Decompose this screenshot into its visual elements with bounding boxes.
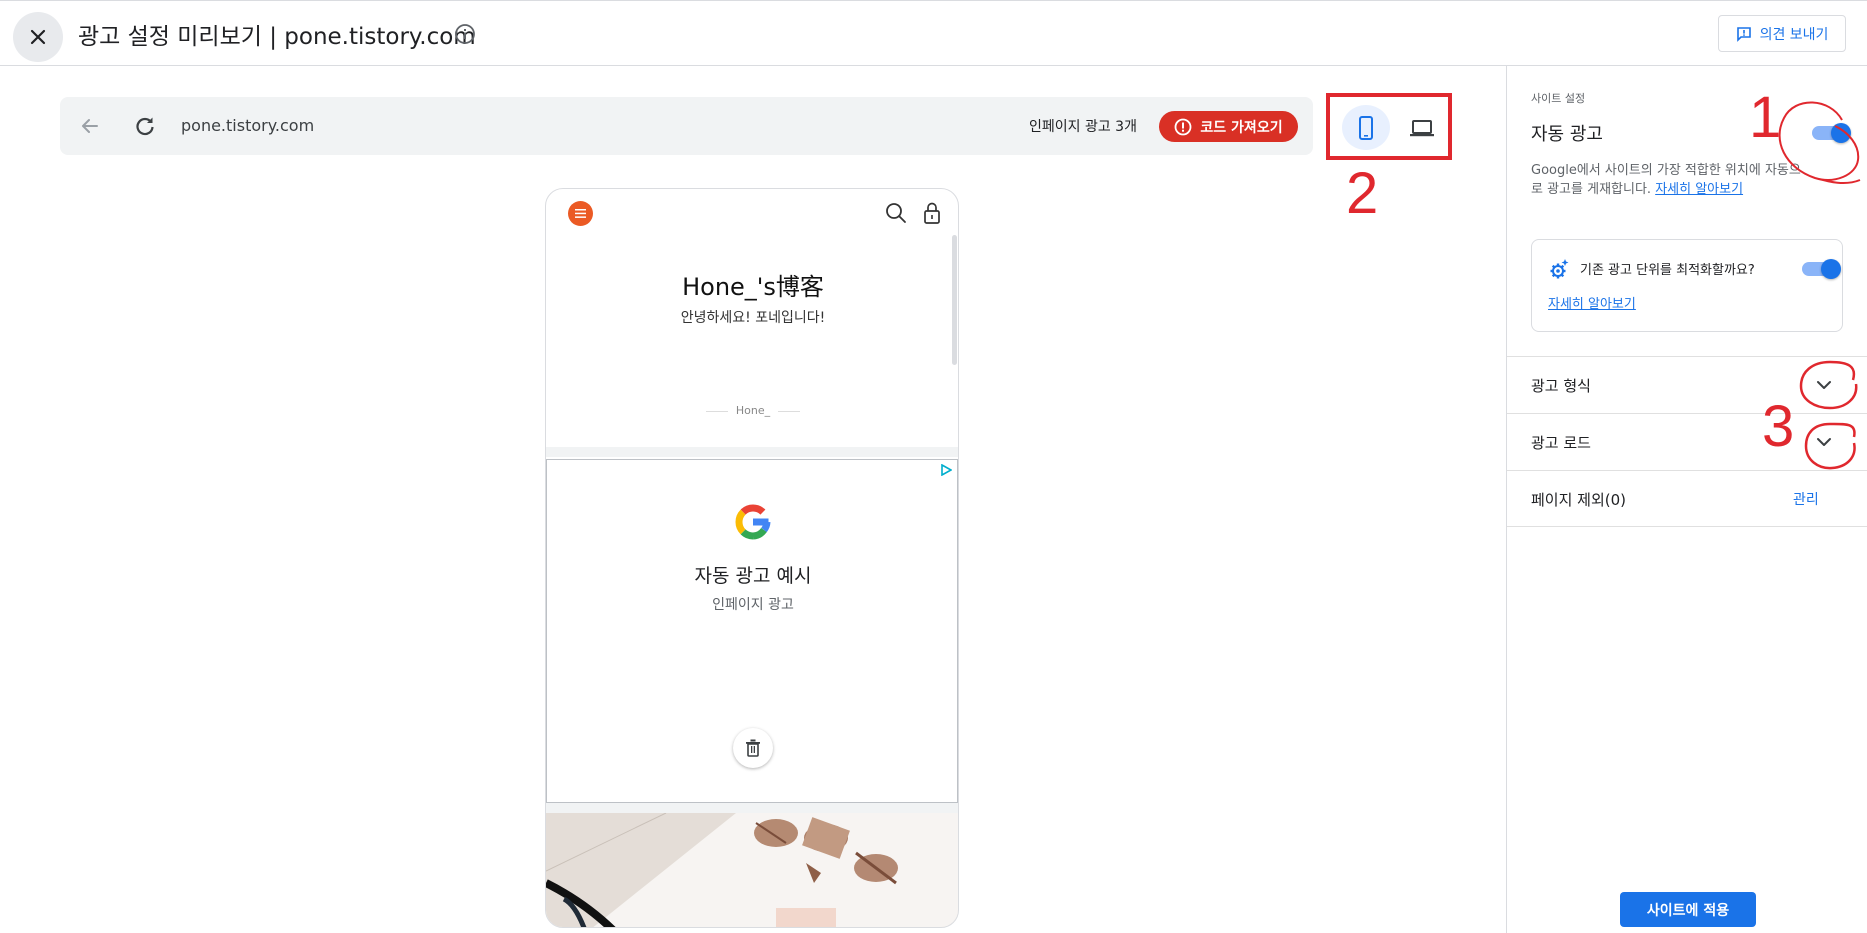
- feedback-label: 의견 보내기: [1759, 26, 1829, 43]
- ad-title: 자동 광고 예시: [694, 565, 812, 587]
- optimize-toggle[interactable]: [1802, 259, 1841, 279]
- photo-illustration: [546, 813, 958, 927]
- top-bar: 광고 설정 미리보기 | pone.tistory.com 의견 보내기: [0, 0, 1867, 66]
- page-exclusions-row: 페이지 제외(0) 관리: [1507, 470, 1867, 527]
- menu-button[interactable]: [568, 201, 593, 226]
- optimize-learn-more-link[interactable]: 자세히 알아보기: [1548, 293, 1636, 312]
- device-switcher: [1326, 93, 1452, 160]
- laptop-icon: [1410, 119, 1434, 136]
- google-logo: [735, 504, 771, 540]
- feedback-icon: [1736, 26, 1751, 42]
- ad-formats-label: 광고 형식: [1531, 377, 1591, 395]
- apply-to-site-button[interactable]: 사이트에 적용: [1620, 892, 1756, 927]
- auto-optimize-icon: [1550, 259, 1569, 279]
- optimize-label: 기존 광고 단위를 최적화할까요?: [1580, 263, 1755, 278]
- chevron-down-icon[interactable]: [1812, 430, 1836, 454]
- trash-icon: [746, 739, 760, 757]
- lock-icon[interactable]: [921, 201, 943, 225]
- divider: [546, 803, 958, 813]
- arrow-back-icon[interactable]: [78, 114, 102, 138]
- author-name: Hone_: [705, 404, 801, 417]
- annotation-number-2: 2: [1346, 161, 1379, 226]
- preview-browser-bar: pone.tistory.com 인페이지 광고 3개 코드 가져오기: [60, 97, 1313, 155]
- blog-title: Hone_'s博客: [682, 273, 824, 301]
- section-label: 사이트 설정: [1531, 92, 1586, 105]
- learn-more-link[interactable]: 자세히 알아보기: [1655, 182, 1743, 197]
- blog-post-image: [546, 813, 958, 927]
- info-icon[interactable]: [454, 23, 476, 45]
- error-icon: [1175, 118, 1192, 135]
- chevron-down-icon[interactable]: [1812, 373, 1836, 397]
- search-icon[interactable]: [884, 201, 908, 225]
- phone-preview: Hone_'s博客 안녕하세요! 포네입니다! Hone_ 자동 광고 예시 인…: [545, 188, 959, 928]
- smartphone-icon: [1359, 115, 1373, 140]
- menu-icon: [575, 209, 586, 218]
- blog-author: Hone_: [546, 404, 958, 417]
- device-mobile-button[interactable]: [1342, 105, 1390, 150]
- blog-greeting: 안녕하세요! 포네입니다!: [680, 310, 826, 326]
- remove-ad-button[interactable]: [733, 728, 773, 768]
- close-icon: [30, 29, 46, 45]
- ad-placement: 자동 광고 예시 인페이지 광고: [546, 459, 958, 803]
- get-code-button[interactable]: 코드 가져오기: [1159, 111, 1298, 142]
- ad-load-row[interactable]: 광고 로드: [1507, 413, 1867, 470]
- close-button[interactable]: [13, 12, 63, 62]
- page-title: 광고 설정 미리보기 | pone.tistory.com: [78, 24, 476, 50]
- adchoices-icon[interactable]: [940, 464, 952, 476]
- optimize-card: 기존 광고 단위를 최적화할까요? 자세히 알아보기: [1531, 239, 1843, 332]
- auto-ads-description: Google에서 사이트의 가장 적합한 위치에 자동으로 광고를 게재합니다.…: [1531, 161, 1801, 199]
- inpage-ad-count: 인페이지 광고 3개: [1029, 119, 1137, 135]
- annotation-number-1: 1: [1749, 85, 1782, 150]
- divider: [546, 447, 958, 457]
- preview-url: pone.tistory.com: [181, 116, 315, 135]
- annotation-number-3: 3: [1762, 394, 1795, 459]
- page-exclusions-label: 페이지 제외(0): [1531, 491, 1627, 509]
- device-desktop-button[interactable]: [1398, 105, 1446, 150]
- ad-formats-row[interactable]: 광고 형식: [1507, 356, 1867, 413]
- get-code-label: 코드 가져오기: [1200, 119, 1283, 136]
- reload-icon[interactable]: [133, 114, 157, 138]
- feedback-button[interactable]: 의견 보내기: [1718, 15, 1846, 52]
- auto-ads-label: 자동 광고: [1531, 124, 1603, 145]
- ad-subtitle: 인페이지 광고: [712, 597, 794, 613]
- auto-ads-toggle[interactable]: [1812, 123, 1851, 143]
- settings-panel: 사이트 설정 자동 광고 Google에서 사이트의 가장 적합한 위치에 자동…: [1506, 66, 1867, 933]
- ad-load-label: 광고 로드: [1531, 434, 1591, 452]
- manage-link[interactable]: 관리: [1793, 489, 1819, 509]
